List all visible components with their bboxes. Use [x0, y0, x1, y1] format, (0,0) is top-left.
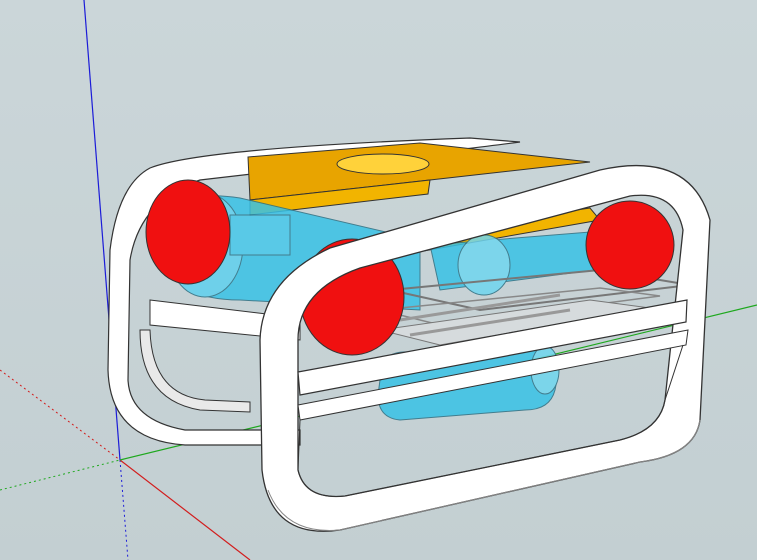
3d-scene[interactable] [0, 0, 757, 560]
x-axis-red-dotted [0, 369, 121, 461]
top-plate-hole [336, 153, 430, 175]
modeling-viewport[interactable] [0, 0, 757, 560]
z-axis-dotted [119, 459, 129, 560]
float-end-rear-left [145, 179, 231, 285]
y-axis-green-dotted [0, 459, 121, 491]
x-axis-red [119, 459, 251, 560]
float-end-front-right [585, 200, 675, 290]
